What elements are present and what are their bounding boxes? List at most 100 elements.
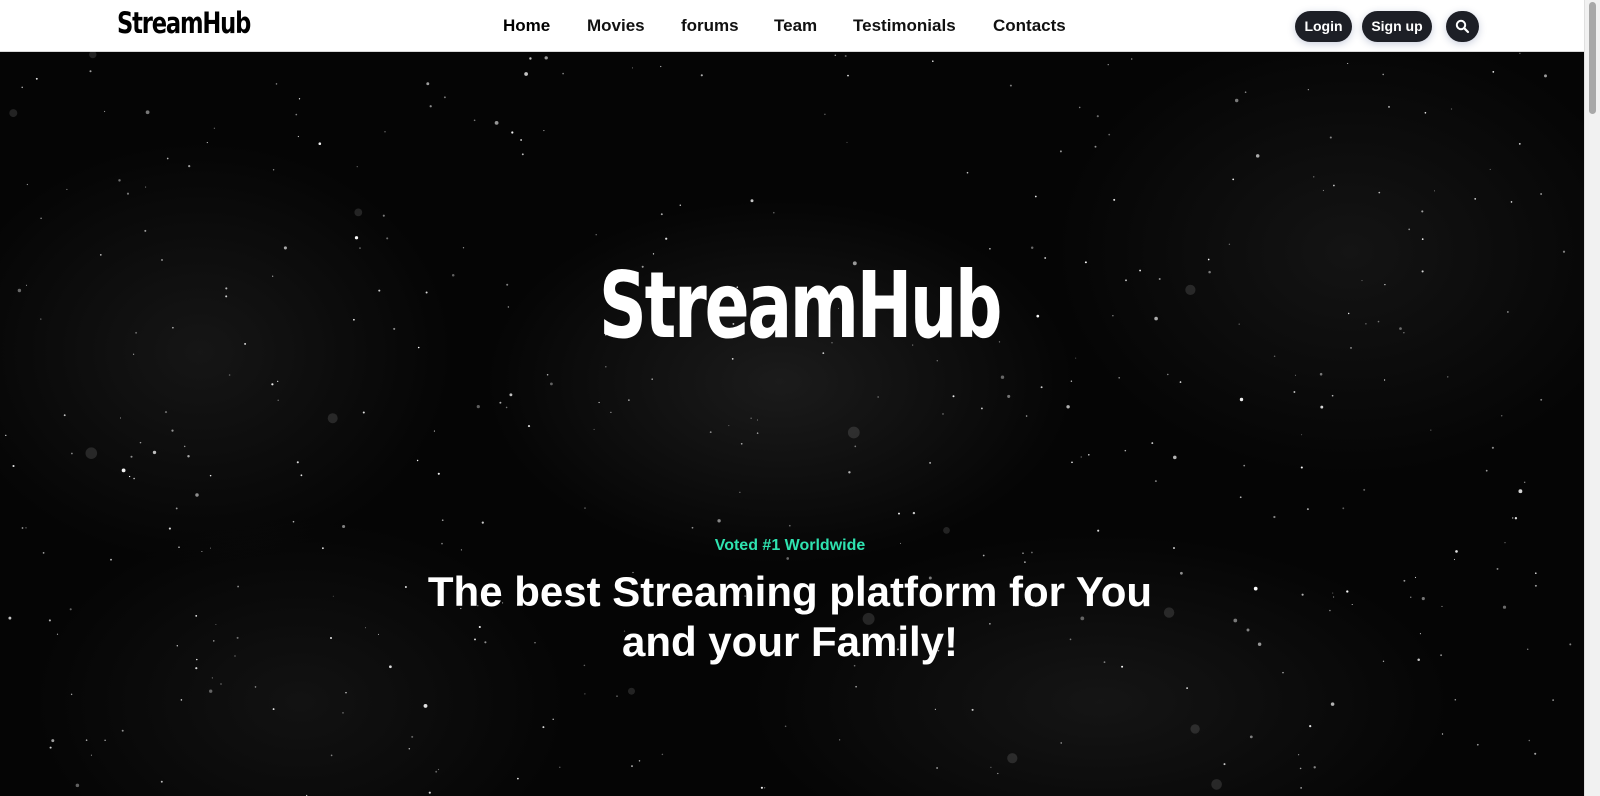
- star: [236, 636, 239, 639]
- star: [1447, 376, 1449, 378]
- star: [271, 383, 274, 386]
- star: [1228, 243, 1231, 245]
- star: [71, 452, 73, 455]
- star: [345, 692, 347, 694]
- star: [48, 619, 51, 622]
- star: [175, 507, 178, 510]
- star: [1347, 62, 1349, 65]
- star: [942, 413, 944, 415]
- nav-team[interactable]: Team: [774, 16, 817, 36]
- star: [1526, 648, 1529, 651]
- star: [1378, 191, 1381, 194]
- star: [1430, 429, 1432, 431]
- star: [848, 471, 851, 474]
- scrollbar-thumb[interactable]: [1589, 2, 1596, 114]
- star: [1070, 380, 1073, 382]
- star: [1489, 168, 1491, 170]
- signup-button[interactable]: Sign up: [1362, 11, 1432, 42]
- star: [1454, 699, 1457, 701]
- star: [898, 512, 900, 515]
- star: [437, 768, 440, 771]
- star: [1025, 415, 1028, 417]
- nav-forums[interactable]: forums: [681, 16, 739, 36]
- star: [35, 77, 38, 80]
- star: [1363, 488, 1366, 491]
- star: [362, 411, 365, 414]
- star: [559, 766, 561, 768]
- login-button[interactable]: Login: [1295, 11, 1352, 42]
- star: [1239, 397, 1244, 402]
- star: [1502, 605, 1507, 609]
- nav-testimonials[interactable]: Testimonials: [853, 16, 956, 36]
- star: [1118, 376, 1121, 379]
- star: [529, 57, 532, 60]
- star: [121, 468, 126, 473]
- star: [1243, 464, 1246, 467]
- star: [517, 777, 519, 780]
- star: [1510, 201, 1513, 203]
- star: [443, 96, 446, 99]
- star: [377, 633, 380, 635]
- star: [234, 655, 236, 657]
- star: [934, 708, 937, 711]
- star: [1382, 73, 1384, 76]
- star: [476, 405, 480, 409]
- star: [220, 683, 222, 685]
- search-button[interactable]: [1446, 11, 1479, 42]
- star: [844, 55, 847, 57]
- star: [40, 217, 42, 220]
- star: [651, 378, 653, 380]
- star: [595, 234, 597, 236]
- star: [1239, 496, 1242, 499]
- hero-headline: The best Streaming platform for You and …: [427, 568, 1153, 665]
- star: [126, 192, 130, 195]
- star: [272, 708, 275, 711]
- star: [1441, 733, 1444, 735]
- nav-contacts[interactable]: Contacts: [993, 16, 1066, 36]
- star: [584, 507, 586, 509]
- star: [481, 521, 484, 524]
- star: [786, 557, 790, 560]
- star: [133, 477, 135, 480]
- star: [846, 141, 848, 143]
- star: [1523, 481, 1526, 484]
- star: [1179, 381, 1182, 383]
- star: [196, 658, 198, 661]
- star: [936, 767, 939, 769]
- star: [356, 166, 358, 168]
- star: [952, 395, 955, 398]
- hero-eyebrow: Voted #1 Worldwide: [714, 537, 866, 554]
- star: [1300, 466, 1303, 469]
- star: [1351, 603, 1353, 606]
- star-glow: [9, 109, 18, 118]
- star: [332, 595, 334, 597]
- star: [144, 229, 147, 232]
- star: [211, 677, 214, 679]
- star: [121, 729, 124, 732]
- star: [145, 186, 147, 188]
- star: [521, 153, 524, 156]
- star: [1059, 150, 1062, 153]
- star: [728, 425, 730, 427]
- star: [296, 461, 299, 464]
- star: [63, 414, 66, 417]
- star: [228, 374, 231, 376]
- star: [700, 74, 703, 77]
- star: [1246, 628, 1250, 632]
- nav-movies[interactable]: Movies: [587, 16, 645, 36]
- star: [272, 169, 275, 171]
- star: [1313, 766, 1316, 769]
- star: [740, 442, 743, 445]
- star: [195, 667, 198, 670]
- star: [1330, 702, 1335, 706]
- hero-title: StreamHub: [0, 252, 1584, 359]
- star: [1333, 596, 1335, 598]
- star: [66, 188, 68, 190]
- star: [691, 526, 694, 529]
- page-scrollbar[interactable]: [1584, 0, 1600, 796]
- star: [428, 791, 431, 794]
- star: [855, 685, 857, 688]
- star: [509, 393, 513, 397]
- nav-home[interactable]: Home: [503, 16, 550, 36]
- star: [342, 712, 344, 714]
